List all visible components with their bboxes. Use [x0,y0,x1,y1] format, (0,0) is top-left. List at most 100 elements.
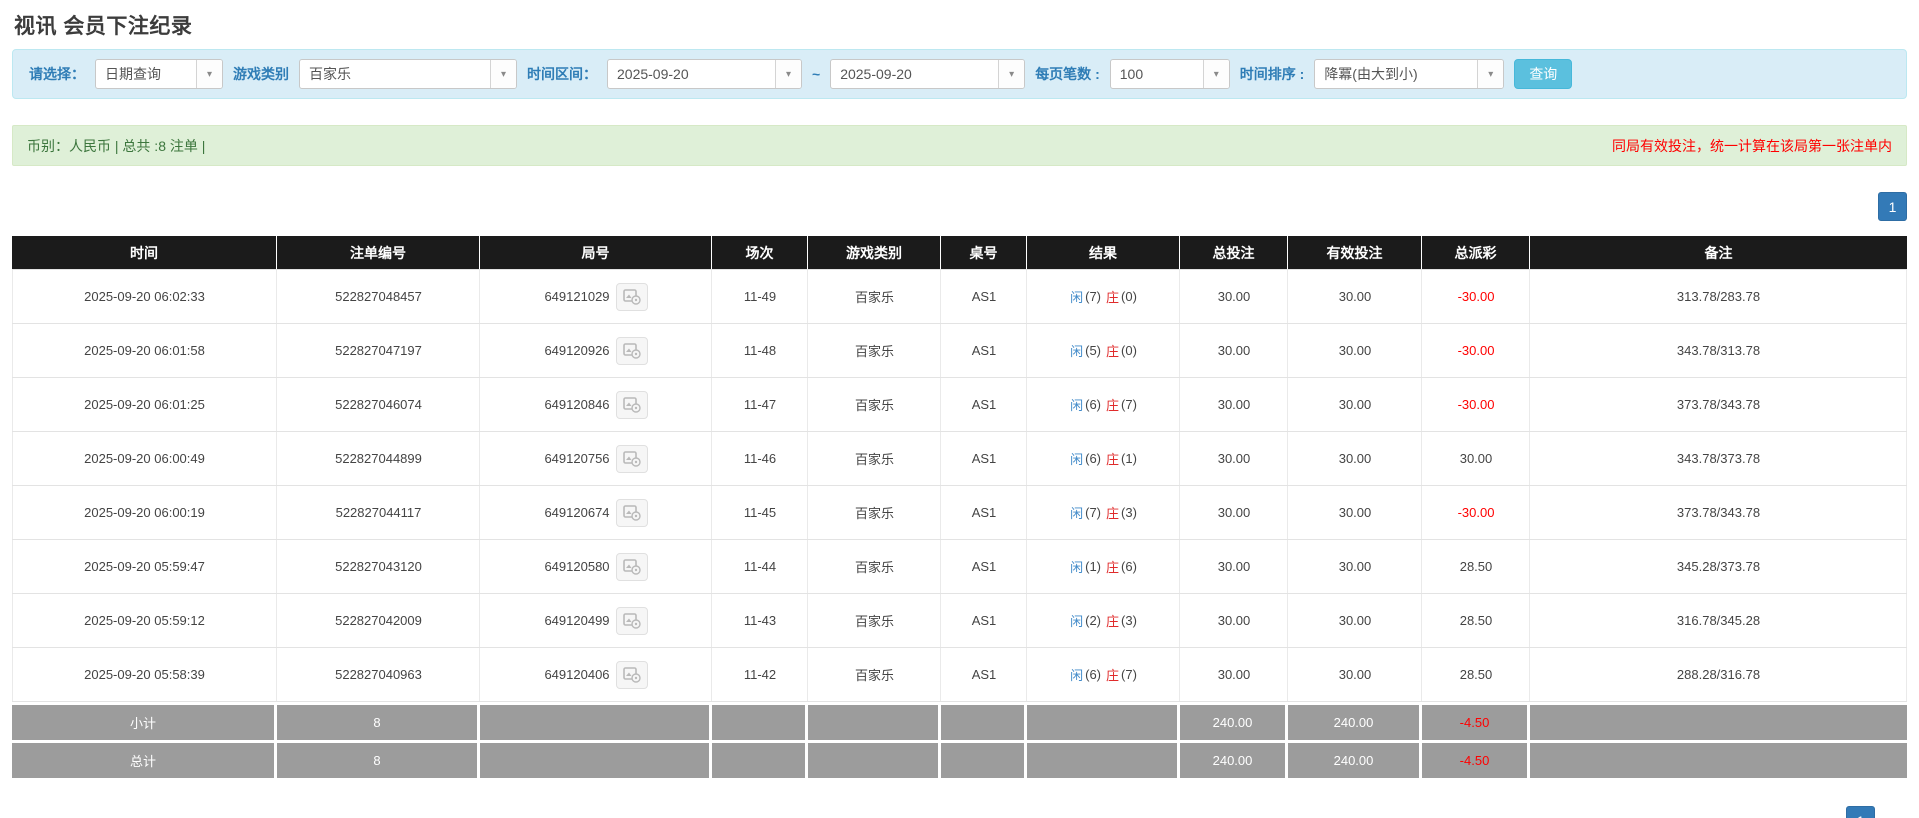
video-replay-button[interactable] [615,498,648,527]
bet-records-table: 时间 注单编号 局号 场次 游戏类别 桌号 结果 总投注 有效投注 总派彩 备注… [12,236,1907,778]
cell-bet-id: 522827043120 [277,540,480,593]
time-sort-select[interactable]: 降冪(由大到小) ▾ [1314,59,1505,89]
result-player-label: 闲 [1070,614,1084,629]
grand-total-label: 总计 [12,743,277,778]
result-banker-score: (6) [1121,559,1137,574]
result-banker-label: 庄 [1106,560,1120,575]
result-banker-label: 庄 [1106,344,1120,359]
result-player-score: (7) [1085,289,1101,304]
film-icon [622,612,641,629]
cell-session: 11-44 [712,540,808,593]
result-player-label: 闲 [1070,290,1084,305]
search-button[interactable]: 查询 [1514,59,1573,89]
cell-round-id: 649120406 [480,648,712,701]
result-player-label: 闲 [1070,668,1084,683]
cell-total-bet-link[interactable]: 30.00 [1180,486,1288,539]
table-row: 2025-09-20 06:00:19 522827044117 6491206… [12,486,1907,540]
cell-game-category: 百家乐 [808,378,941,431]
cell-total-bet-link[interactable]: 30.00 [1180,432,1288,485]
video-replay-button[interactable] [615,552,648,581]
cell-total-bet-link[interactable]: 30.00 [1180,324,1288,377]
chevron-down-icon[interactable]: ▾ [1477,60,1504,88]
header-time: 时间 [12,236,277,269]
video-replay-button[interactable] [615,606,648,635]
cell-valid-bet: 30.00 [1288,594,1422,647]
chevron-down-icon[interactable]: ▾ [1202,60,1229,88]
video-replay-button[interactable] [615,660,648,689]
round-id-value: 649120756 [544,451,610,466]
video-replay-button[interactable] [615,282,648,311]
cell-table-no: AS1 [941,594,1027,647]
video-replay-button[interactable] [615,336,648,365]
cell-total-bet-link[interactable]: 30.00 [1180,648,1288,701]
video-replay-button[interactable] [615,444,648,473]
cell-note: 373.78/343.78 [1530,378,1907,431]
result-banker-label: 庄 [1106,452,1120,467]
cell-total-bet-link[interactable]: 30.00 [1180,594,1288,647]
cell-round-id: 649120756 [480,432,712,485]
chevron-down-icon[interactable]: ▾ [775,60,801,88]
chevron-down-icon[interactable]: ▾ [998,60,1025,88]
cell-game-category: 百家乐 [808,540,941,593]
page-1-button[interactable]: 1 [1878,192,1907,221]
result-banker-score: (3) [1121,613,1137,628]
grand-total-count: 8 [277,743,480,778]
cell-time: 2025-09-20 05:58:39 [12,648,277,701]
cell-round-id: 649121029 [480,270,712,323]
cell-table-no: AS1 [941,324,1027,377]
cell-payout: 30.00 [1422,432,1530,485]
query-type-label: 请选择： [29,66,85,82]
date-to-picker[interactable]: 2025-09-20 ▾ [830,59,1026,89]
page-1-button[interactable]: 1 [1846,806,1875,818]
table-header: 时间 注单编号 局号 场次 游戏类别 桌号 结果 总投注 有效投注 总派彩 备注 [12,236,1907,269]
cell-valid-bet: 30.00 [1288,270,1422,323]
chevron-down-icon[interactable]: ▾ [196,60,222,88]
cell-valid-bet: 30.00 [1288,486,1422,539]
cell-table-no: AS1 [941,540,1027,593]
result-banker-label: 庄 [1106,290,1120,305]
cell-bet-id: 522827042009 [277,594,480,647]
table-row: 2025-09-20 05:59:47 522827043120 6491205… [12,540,1907,594]
header-table-no: 桌号 [941,236,1027,269]
page-size-label: 每页笔数 : [1035,66,1100,82]
subtotal-valid-bet: 240.00 [1288,705,1422,740]
cell-time: 2025-09-20 06:01:25 [12,378,277,431]
result-player-score: (1) [1085,559,1101,574]
cell-game-category: 百家乐 [808,594,941,647]
page-size-select[interactable]: 100 ▾ [1109,59,1230,89]
cell-total-bet-link[interactable]: 30.00 [1180,540,1288,593]
cell-round-id: 649120580 [480,540,712,593]
cell-time: 2025-09-20 06:00:19 [12,486,277,539]
header-session: 场次 [712,236,808,269]
result-banker-score: (7) [1121,667,1137,682]
video-replay-button[interactable] [615,390,648,419]
cell-payout: -30.00 [1422,324,1530,377]
query-type-select[interactable]: 日期查询 ▾ [95,59,223,89]
cell-session: 11-48 [712,324,808,377]
result-player-label: 闲 [1070,344,1084,359]
range-separator: ~ [812,66,821,82]
cell-round-id: 649120499 [480,594,712,647]
summary-bar: 币别：人民币 | 总共 :8 注单 | 同局有效投注，统一计算在该局第一张注单内 [12,125,1907,166]
subtotal-total-bet: 240.00 [1180,705,1288,740]
cell-table-no: AS1 [941,648,1027,701]
filter-bar: 请选择： 日期查询 ▾ 游戏类别 百家乐 ▾ 时间区间： 2025-09-20 … [12,49,1907,99]
chevron-down-icon[interactable]: ▾ [490,60,516,88]
cell-payout: -30.00 [1422,378,1530,431]
cell-total-bet-link[interactable]: 30.00 [1180,270,1288,323]
result-player-score: (6) [1085,451,1101,466]
subtotal-payout: -4.50 [1422,705,1530,740]
cell-time: 2025-09-20 06:02:33 [12,270,277,323]
grand-total-payout: -4.50 [1422,743,1530,778]
cell-bet-id: 522827044899 [277,432,480,485]
round-id-value: 649120580 [544,559,610,574]
game-category-select[interactable]: 百家乐 ▾ [299,59,517,89]
film-icon [622,666,641,683]
notice-text: 同局有效投注，统一计算在该局第一张注单内 [1612,137,1892,154]
cell-total-bet-link[interactable]: 30.00 [1180,378,1288,431]
result-player-label: 闲 [1070,506,1084,521]
cell-time: 2025-09-20 06:00:49 [12,432,277,485]
page: 视讯 会员下注纪录 请选择： 日期查询 ▾ 游戏类别 百家乐 ▾ 时间区间： 2… [0,0,1919,818]
cell-bet-id: 522827048457 [277,270,480,323]
date-from-picker[interactable]: 2025-09-20 ▾ [607,59,802,89]
